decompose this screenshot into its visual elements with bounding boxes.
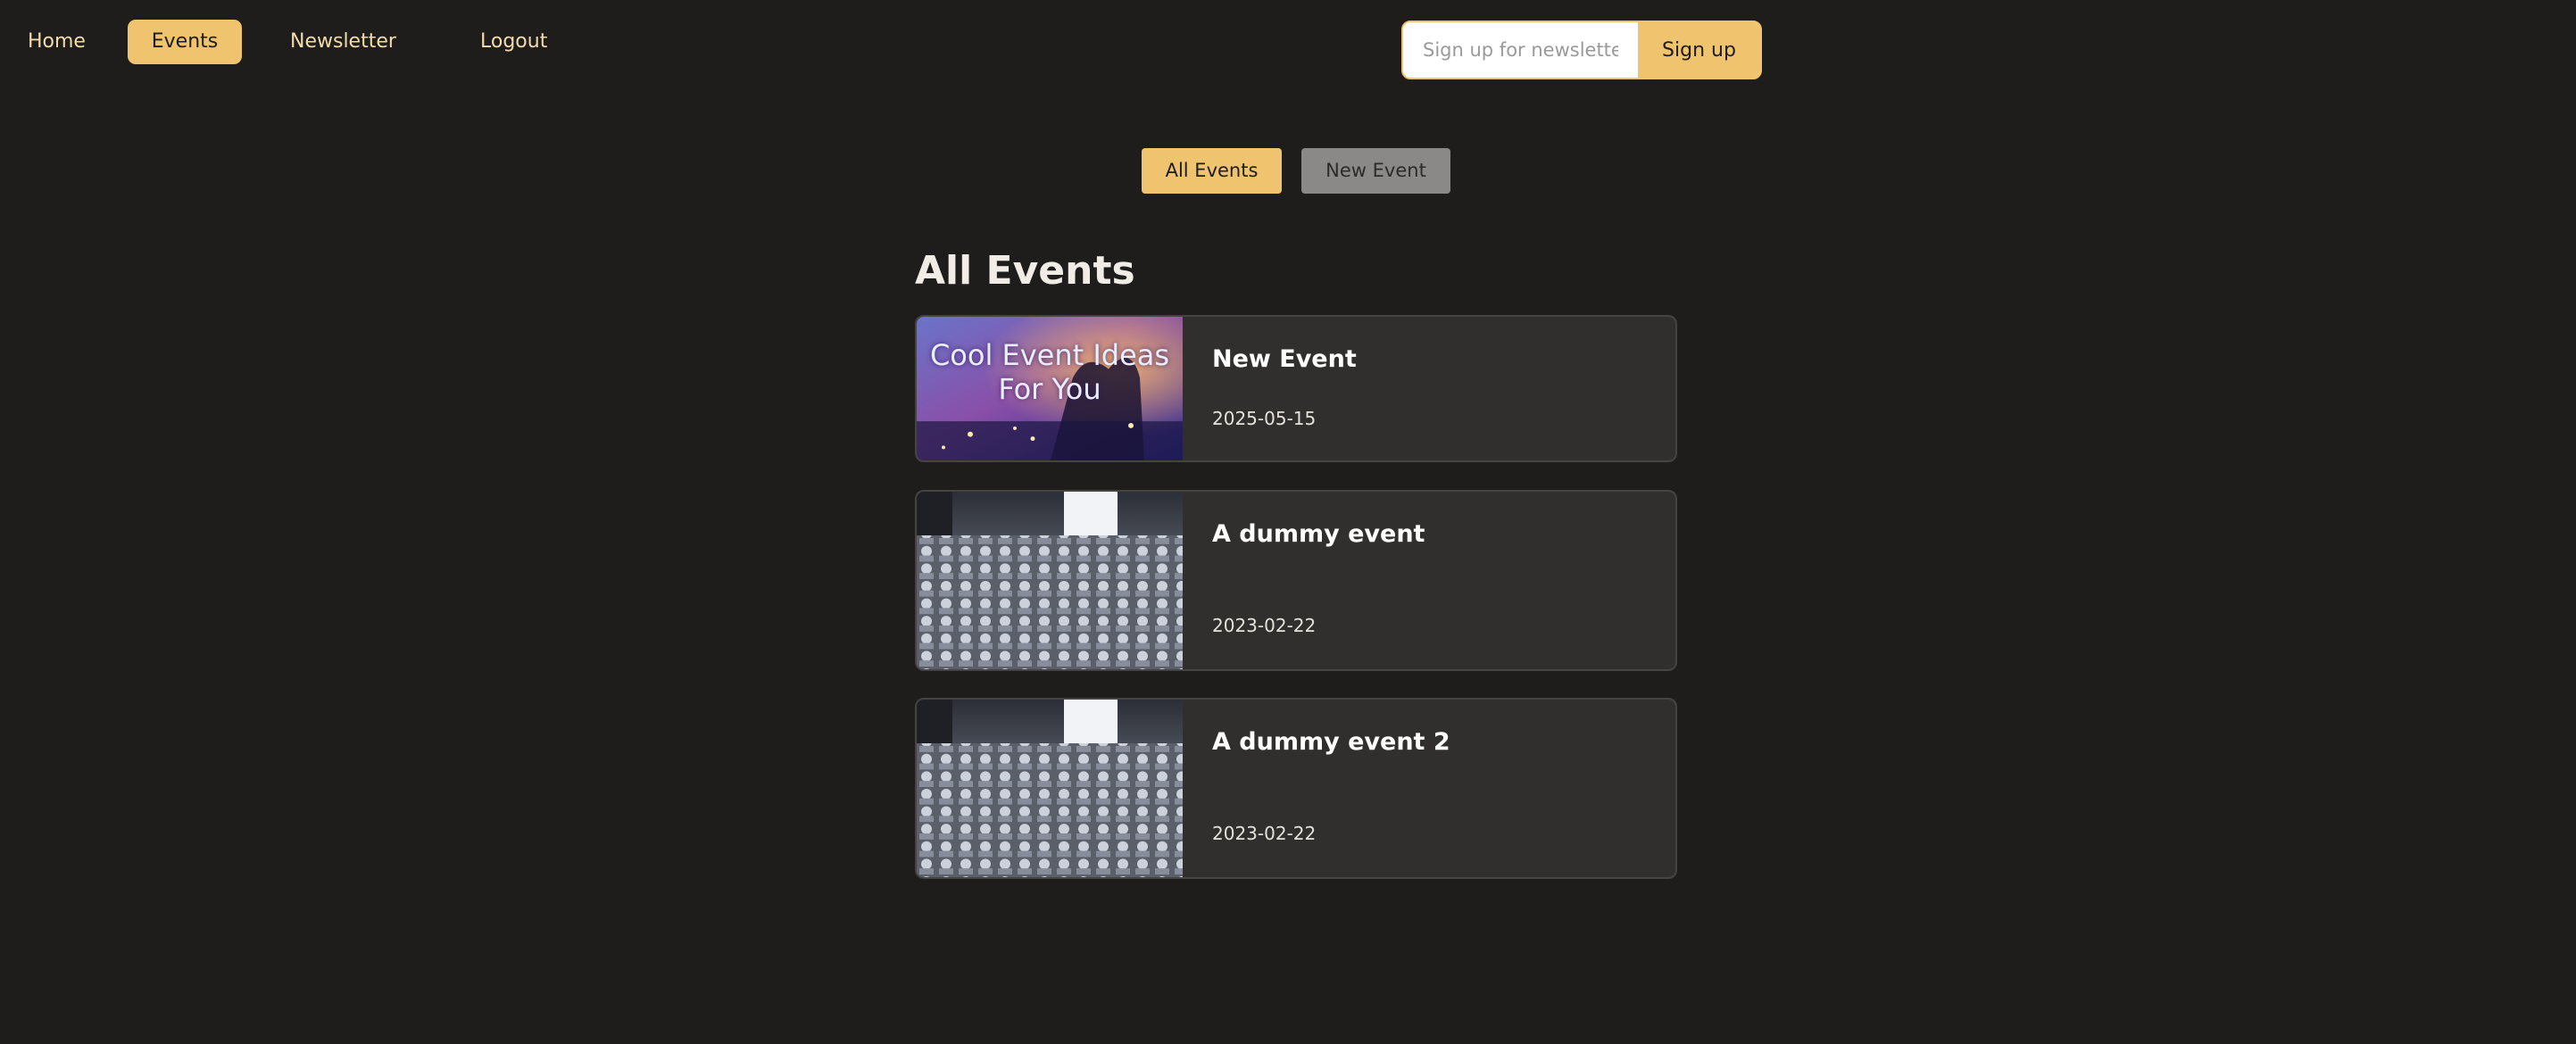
page: Home Events Newsletter Logout Sign up Al… <box>0 0 2576 1044</box>
image-caption: Cool Event Ideas For You <box>929 338 1170 406</box>
event-item[interactable]: A dummy event 2023-02-22 <box>915 490 1677 671</box>
event-image <box>917 492 1183 669</box>
newsletter-email-input[interactable] <box>1403 22 1638 78</box>
audience-image <box>917 700 1183 877</box>
new-event-button[interactable]: New Event <box>1301 148 1450 194</box>
event-item[interactable]: A dummy event 2 2023-02-22 <box>915 698 1677 879</box>
event-title: New Event <box>1212 345 1357 373</box>
newsletter-signup-form: Sign up <box>1401 21 1762 79</box>
event-title: A dummy event <box>1212 520 1425 548</box>
audience-image <box>917 492 1183 669</box>
nav-home-link[interactable]: Home <box>28 20 86 64</box>
event-item[interactable]: Cool Event Ideas For You New Event 2025-… <box>915 315 1677 462</box>
signup-button[interactable]: Sign up <box>1638 22 1760 78</box>
all-events-button[interactable]: All Events <box>1142 148 1282 194</box>
event-date: 2023-02-22 <box>1212 823 1317 844</box>
nav-events-link[interactable]: Events <box>128 20 242 64</box>
event-title: A dummy event 2 <box>1212 728 1450 756</box>
nav-logout-link[interactable]: Logout <box>480 20 547 64</box>
event-date: 2025-05-15 <box>1212 408 1317 429</box>
event-date: 2023-02-22 <box>1212 615 1317 636</box>
event-image <box>917 700 1183 877</box>
nav-newsletter-link[interactable]: Newsletter <box>290 20 396 64</box>
event-image: Cool Event Ideas For You <box>917 317 1183 460</box>
page-title: All Events <box>915 248 1135 294</box>
